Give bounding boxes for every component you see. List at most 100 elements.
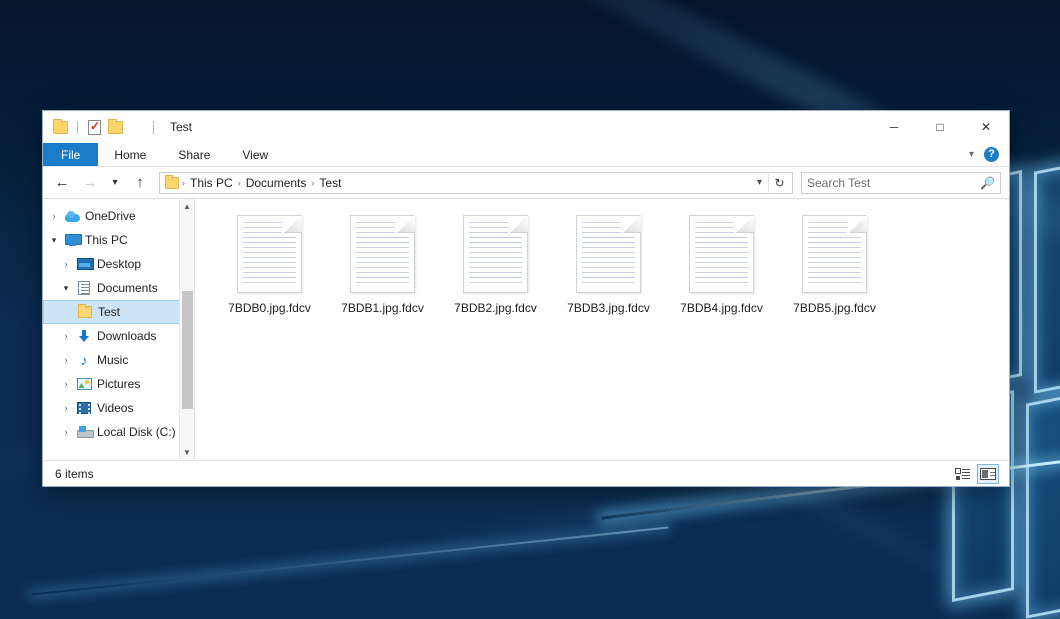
help-icon[interactable]: ? [984,147,999,162]
expander-icon[interactable]: › [57,356,75,365]
list-item[interactable]: 7BDB5.jpg.fdcv [778,213,891,331]
toolbar-divider [77,121,78,134]
expander-icon[interactable]: › [57,404,75,413]
music-icon: ♪ [75,353,93,367]
scroll-down-icon[interactable]: ▼ [180,445,194,460]
sidebar-item-label: This PC [81,233,128,247]
search-icon[interactable]: 🔍 [980,176,995,190]
folder-icon [76,306,94,318]
sidebar-item-label: Downloads [93,329,156,343]
list-item[interactable]: 7BDB0.jpg.fdcv [213,213,326,331]
file-name: 7BDB5.jpg.fdcv [793,301,876,315]
maximize-button[interactable]: □ [917,111,963,143]
file-list-view[interactable]: 7BDB0.jpg.fdcv 7BDB1.jpg.fdcv 7BDB2.jpg.… [195,199,1009,460]
up-button[interactable]: ↑ [127,171,153,195]
explorer-body: › OneDrive ▾ This PC › Desktop ▾ [43,199,1009,460]
tab-share[interactable]: Share [162,143,226,166]
documents-icon [75,281,93,295]
file-name: 7BDB1.jpg.fdcv [341,301,424,315]
chevron-down-icon[interactable]: ▾ [969,149,974,160]
address-bar: ← → ▾ ↑ › This PC › Documents › Test ▾ ↻… [43,167,1009,199]
sidebar-item-pictures[interactable]: › Pictures [43,372,194,396]
new-folder-icon[interactable] [107,119,124,136]
document-icon [576,215,641,293]
sidebar-item-videos[interactable]: › Videos [43,396,194,420]
sidebar-item-local-disk[interactable]: › Local Disk (C:) [43,420,194,444]
sidebar-item-label: Videos [93,401,133,415]
videos-icon [75,402,93,414]
document-icon [802,215,867,293]
recent-locations-icon[interactable]: ▾ [105,171,125,195]
file-name: 7BDB0.jpg.fdcv [228,301,311,315]
sidebar-item-label: OneDrive [81,209,136,223]
breadcrumb[interactable]: › This PC › Documents › Test ▾ ↻ [159,172,793,194]
large-icons-view-button[interactable] [977,464,999,484]
sidebar-item-downloads[interactable]: › Downloads [43,324,194,348]
sidebar-scrollbar[interactable]: ▲ ▼ [179,199,194,460]
this-pc-icon [63,234,81,246]
scrollbar-thumb[interactable] [182,291,193,409]
ribbon-tab-bar: File Home Share View ▾ ? [43,143,1009,167]
toolbar-divider [153,121,154,134]
window-title: Test [170,120,192,134]
desktop: Customize Quick Access Toolbar Test ─ □ … [0,0,1060,619]
windows-logo-pane [1034,148,1060,393]
pictures-icon [75,378,93,390]
status-bar: 6 items [43,460,1009,486]
list-item[interactable]: 7BDB1.jpg.fdcv [326,213,439,331]
breadcrumb-this-pc[interactable]: This PC [186,176,237,190]
sidebar-item-documents[interactable]: ▾ Documents [43,276,194,300]
expander-icon[interactable]: › [57,428,75,437]
sidebar-item-music[interactable]: › ♪ Music [43,348,194,372]
breadcrumb-test[interactable]: Test [315,176,345,190]
view-mode-buttons [951,464,1003,484]
expander-icon[interactable]: › [57,380,75,389]
document-icon [237,215,302,293]
sidebar-item-label: Music [93,353,128,367]
search-input[interactable]: Search Test 🔍 [801,172,1001,194]
sidebar-item-test[interactable]: Test [43,300,194,324]
sidebar-item-label: Local Disk (C:) [93,425,176,439]
close-button[interactable]: ✕ [963,111,1009,143]
chevron-down-icon[interactable]: ▾ [751,177,768,188]
downloads-icon [75,329,93,343]
details-view-button[interactable] [951,464,973,484]
minimize-button[interactable]: ─ [871,111,917,143]
chevron-down-icon[interactable]: Customize Quick Access Toolbar [128,119,145,136]
list-item[interactable]: 7BDB4.jpg.fdcv [665,213,778,331]
list-item[interactable]: 7BDB3.jpg.fdcv [552,213,665,331]
refresh-icon[interactable]: ↻ [768,172,790,194]
windows-logo-pane [1026,380,1060,618]
expander-icon[interactable]: › [57,260,75,269]
folder-icon [165,177,179,189]
document-icon [463,215,528,293]
sidebar-item-label: Pictures [93,377,140,391]
document-icon [350,215,415,293]
sidebar-item-onedrive[interactable]: › OneDrive [43,204,194,228]
expander-icon[interactable]: ▾ [57,284,75,293]
list-item[interactable]: 7BDB2.jpg.fdcv [439,213,552,331]
expander-icon[interactable]: › [45,212,63,221]
tab-view[interactable]: View [226,143,284,166]
quick-access-toolbar: Customize Quick Access Toolbar Test [43,119,192,136]
onedrive-icon [63,211,81,222]
back-button[interactable]: ← [49,171,75,195]
folder-icon[interactable] [52,119,69,136]
file-name: 7BDB4.jpg.fdcv [680,301,763,315]
scroll-up-icon[interactable]: ▲ [180,199,194,214]
tab-file[interactable]: File [43,143,98,166]
file-name: 7BDB3.jpg.fdcv [567,301,650,315]
item-count-label: 6 items [55,467,94,481]
expander-icon[interactable]: › [57,332,75,341]
forward-button[interactable]: → [77,171,103,195]
file-name: 7BDB2.jpg.fdcv [454,301,537,315]
search-placeholder: Search Test [807,176,980,190]
tab-home[interactable]: Home [98,143,162,166]
breadcrumb-documents[interactable]: Documents [242,176,311,190]
sidebar-item-label: Desktop [93,257,141,271]
sidebar-item-desktop[interactable]: › Desktop [43,252,194,276]
properties-icon[interactable] [86,119,103,136]
sidebar-item-label: Test [94,305,120,319]
expander-icon[interactable]: ▾ [45,236,63,245]
sidebar-item-this-pc[interactable]: ▾ This PC [43,228,194,252]
